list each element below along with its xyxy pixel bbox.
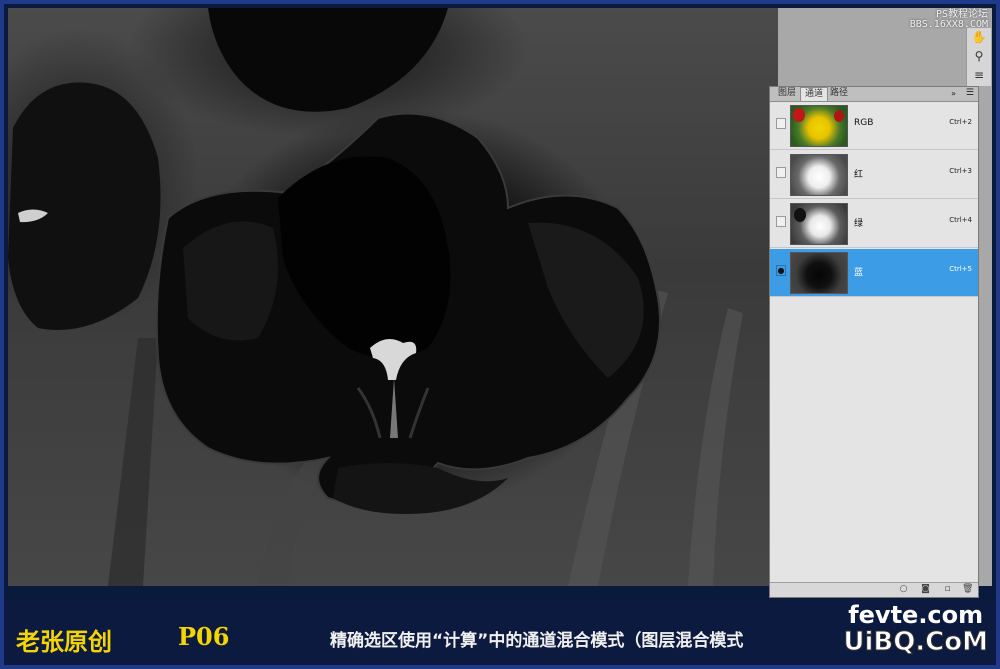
visibility-toggle[interactable]: [776, 216, 786, 227]
panel-menu-icon[interactable]: ☰: [966, 87, 974, 100]
document-canvas[interactable]: [8, 8, 778, 586]
channel-row-green[interactable]: 绿 Ctrl+4: [770, 200, 978, 248]
channel-row-rgb[interactable]: RGB Ctrl+2: [770, 102, 978, 150]
channels-panel: 图层 通道 路径 » ☰ RGB Ctrl+2 红 Ctrl+3 绿 Ctrl+…: [769, 86, 979, 598]
collapse-panel-icon[interactable]: »: [951, 87, 956, 100]
watermark-bottom: fevte.com UiBQ.CoM: [843, 601, 989, 657]
align-icon[interactable]: ≡: [967, 66, 991, 85]
new-channel-icon[interactable]: ▫: [942, 584, 953, 595]
channel-name: 蓝: [854, 268, 864, 278]
load-selection-icon[interactable]: ○: [898, 584, 909, 595]
channel-thumbnail-rgb: [790, 105, 848, 147]
channel-name: 绿: [854, 219, 864, 229]
tulip-image: [8, 8, 743, 586]
visibility-toggle[interactable]: [776, 118, 786, 129]
panel-footer: ○ ◙ ▫ 🗑: [770, 582, 978, 597]
watermark-top: PS教程论坛 BBS.16XX8.COM: [910, 10, 988, 30]
channel-row-blue[interactable]: ● 蓝 Ctrl+5: [770, 249, 978, 297]
page-number: P06: [178, 622, 230, 651]
caption-bar: 老张原创 P06 精确选区使用“计算”中的通道混合模式（图层混合模式 fevte…: [4, 600, 996, 665]
save-selection-icon[interactable]: ◙: [920, 584, 931, 595]
channel-thumbnail-blue: [790, 252, 848, 294]
tab-channels[interactable]: 通道: [800, 87, 829, 101]
channel-thumbnail-green: [790, 203, 848, 245]
visibility-toggle[interactable]: [776, 167, 786, 178]
hand-tool-icon[interactable]: ✋: [967, 28, 991, 47]
tool-strip: ✋ ⚲ ≡: [966, 28, 991, 86]
delete-channel-icon[interactable]: 🗑: [962, 584, 973, 595]
channel-shortcut: Ctrl+4: [949, 216, 972, 224]
watermark-bottom-line1: fevte.com: [848, 601, 984, 629]
channel-shortcut: Ctrl+2: [949, 118, 972, 126]
channel-shortcut: Ctrl+5: [949, 265, 972, 273]
watermark-bottom-line2: UiBQ.CoM: [843, 627, 989, 657]
panel-tabbar: 图层 通道 路径 » ☰: [770, 87, 978, 102]
channel-name: 红: [854, 170, 864, 180]
usb-icon[interactable]: ⚲: [967, 47, 991, 66]
channel-shortcut: Ctrl+3: [949, 167, 972, 175]
channel-row-red[interactable]: 红 Ctrl+3: [770, 151, 978, 199]
tab-paths[interactable]: 路径: [826, 87, 852, 100]
author-label: 老张原创: [16, 627, 112, 656]
channel-name: RGB: [854, 118, 874, 128]
channel-thumbnail-red: [790, 154, 848, 196]
eye-icon[interactable]: ●: [776, 265, 786, 276]
tab-layers[interactable]: 图层: [774, 87, 800, 100]
caption-description: 精确选区使用“计算”中的通道混合模式（图层混合模式: [330, 631, 744, 651]
